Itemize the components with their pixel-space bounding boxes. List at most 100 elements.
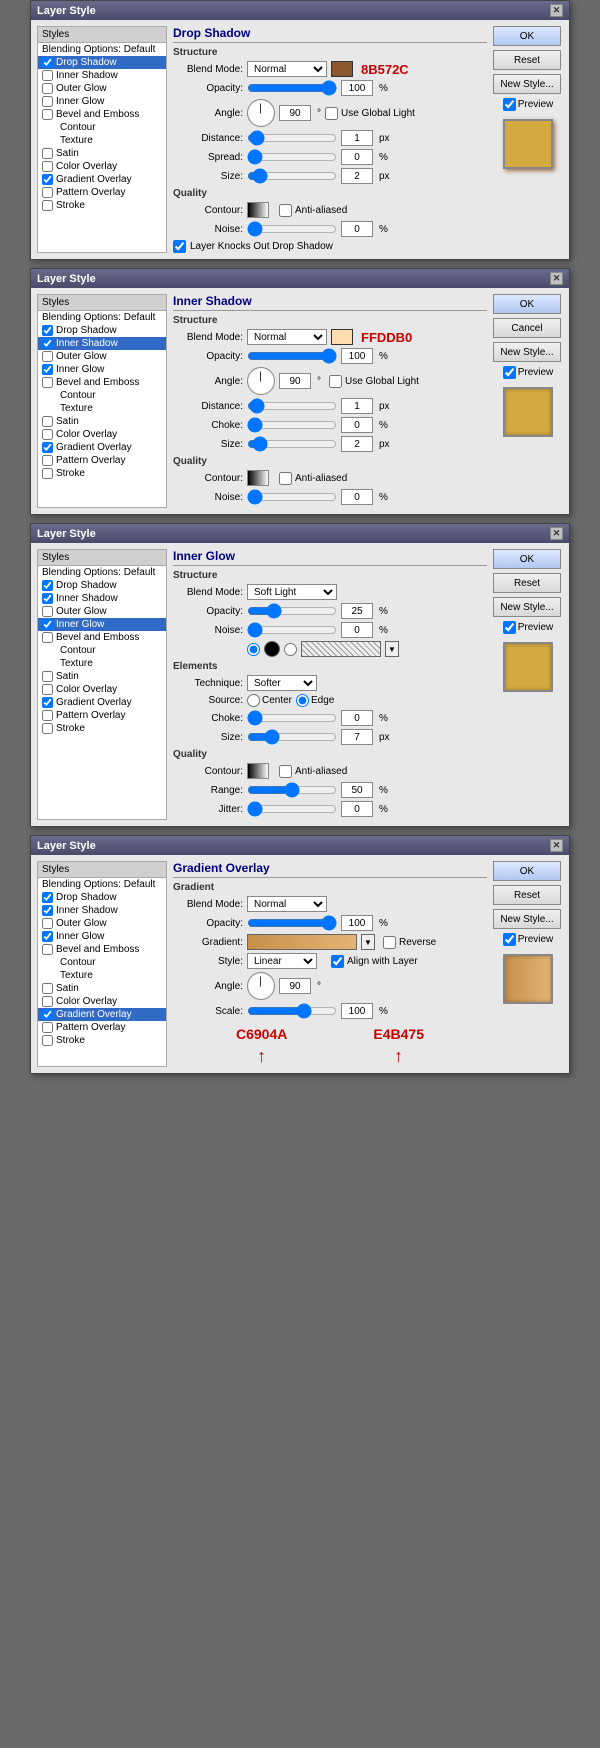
style-inner-shadow-4[interactable]: Inner Shadow	[38, 904, 166, 917]
angle-input-1[interactable]	[279, 105, 311, 121]
style-outer-glow-2[interactable]: Outer Glow	[38, 350, 166, 363]
color-hex-1[interactable]: 8B572C	[361, 62, 409, 77]
style-color-overlay-1[interactable]: Color Overlay	[38, 160, 166, 173]
style-bevel-1[interactable]: Bevel and Emboss	[38, 108, 166, 121]
opacity-input-1[interactable]	[341, 80, 373, 96]
color-solid-radio-3[interactable]	[247, 643, 260, 656]
angle-dial-1[interactable]	[247, 99, 275, 127]
style-inner-glow-2[interactable]: Inner Glow	[38, 363, 166, 376]
preview-cb-2[interactable]	[503, 366, 516, 379]
style-gradient-overlay-1[interactable]: Gradient Overlay	[38, 173, 166, 186]
style-inner-glow-3[interactable]: Inner Glow	[38, 618, 166, 631]
style-satin-3[interactable]: Satin	[38, 670, 166, 683]
contour-preview-2[interactable]	[247, 470, 269, 486]
style-inner-glow-1[interactable]: Inner Glow	[38, 95, 166, 108]
size-input-1[interactable]	[341, 168, 373, 184]
color-swatch-1[interactable]	[331, 61, 353, 77]
anti-alias-cb-2[interactable]	[279, 472, 292, 485]
jitter-slider-3[interactable]	[247, 803, 337, 815]
distance-input-2[interactable]	[341, 398, 373, 414]
style-texture-1[interactable]: Texture	[38, 134, 166, 147]
style-outer-glow-3[interactable]: Outer Glow	[38, 605, 166, 618]
style-inner-shadow-2[interactable]: Inner Shadow	[38, 337, 166, 350]
color-circle-3[interactable]	[264, 641, 280, 657]
reverse-cb-4[interactable]	[383, 936, 396, 949]
style-color-overlay-2[interactable]: Color Overlay	[38, 428, 166, 441]
blend-mode-select-2[interactable]: Normal	[247, 329, 327, 345]
distance-slider-1[interactable]	[247, 132, 337, 144]
distance-slider-2[interactable]	[247, 400, 337, 412]
style-blending-options-2[interactable]: Blending Options: Default	[38, 311, 166, 324]
angle-input-2[interactable]	[279, 373, 311, 389]
range-slider-3[interactable]	[247, 784, 337, 796]
blend-mode-select-1[interactable]: Normal	[247, 61, 327, 77]
opacity-slider-3[interactable]	[247, 605, 337, 617]
choke-slider-3[interactable]	[247, 712, 337, 724]
style-select-4[interactable]: Linear	[247, 953, 317, 969]
new-style-button-2[interactable]: New Style...	[493, 342, 561, 362]
opacity-slider-1[interactable]	[247, 82, 337, 94]
style-drop-shadow-4[interactable]: Drop Shadow	[38, 891, 166, 904]
style-satin-2[interactable]: Satin	[38, 415, 166, 428]
ok-button-3[interactable]: OK	[493, 549, 561, 569]
style-satin-1[interactable]: Satin	[38, 147, 166, 160]
anti-alias-cb-3[interactable]	[279, 765, 292, 778]
close-button-2[interactable]: ✕	[550, 272, 563, 285]
style-stroke-3[interactable]: Stroke	[38, 722, 166, 735]
style-color-overlay-4[interactable]: Color Overlay	[38, 995, 166, 1008]
opacity-input-3[interactable]	[341, 603, 373, 619]
ok-button-1[interactable]: OK	[493, 26, 561, 46]
style-bevel-4[interactable]: Bevel and Emboss	[38, 943, 166, 956]
contour-preview-3[interactable]	[247, 763, 269, 779]
style-pattern-overlay-1[interactable]: Pattern Overlay	[38, 186, 166, 199]
style-pattern-overlay-3[interactable]: Pattern Overlay	[38, 709, 166, 722]
style-pattern-overlay-2[interactable]: Pattern Overlay	[38, 454, 166, 467]
new-style-button-1[interactable]: New Style...	[493, 74, 561, 94]
style-outer-glow-4[interactable]: Outer Glow	[38, 917, 166, 930]
source-edge-label-3[interactable]: Edge	[296, 694, 334, 707]
close-button-3[interactable]: ✕	[550, 527, 563, 540]
blend-mode-select-3[interactable]: Soft Light	[247, 584, 337, 600]
preview-cb-1[interactable]	[503, 98, 516, 111]
style-gradient-overlay-4[interactable]: Gradient Overlay	[38, 1008, 166, 1021]
style-color-overlay-3[interactable]: Color Overlay	[38, 683, 166, 696]
size-slider-3[interactable]	[247, 731, 337, 743]
style-bevel-3[interactable]: Bevel and Emboss	[38, 631, 166, 644]
style-contour-2[interactable]: Contour	[38, 389, 166, 402]
style-stroke-1[interactable]: Stroke	[38, 199, 166, 212]
opacity-input-2[interactable]	[341, 348, 373, 364]
reset-button-3[interactable]: Reset	[493, 573, 561, 593]
color-hex-2[interactable]: FFDDB0	[361, 330, 412, 345]
angle-dial-4[interactable]	[247, 972, 275, 1000]
style-contour-4[interactable]: Contour	[38, 956, 166, 969]
choke-slider-2[interactable]	[247, 419, 337, 431]
size-slider-2[interactable]	[247, 438, 337, 450]
style-bevel-2[interactable]: Bevel and Emboss	[38, 376, 166, 389]
range-input-3[interactable]	[341, 782, 373, 798]
align-layer-cb-4[interactable]	[331, 955, 344, 968]
source-edge-radio-3[interactable]	[296, 694, 309, 707]
color-swatch-2[interactable]	[331, 329, 353, 345]
style-blending-options-3[interactable]: Blending Options: Default	[38, 566, 166, 579]
gradient-dropdown-4[interactable]: ▼	[361, 934, 375, 950]
color-gradient-radio-3[interactable]	[284, 643, 297, 656]
style-texture-4[interactable]: Texture	[38, 969, 166, 982]
cancel-button-2[interactable]: Cancel	[493, 318, 561, 338]
noise-slider-2[interactable]	[247, 491, 337, 503]
preview-cb-3[interactable]	[503, 621, 516, 634]
style-gradient-overlay-3[interactable]: Gradient Overlay	[38, 696, 166, 709]
style-inner-glow-4[interactable]: Inner Glow	[38, 930, 166, 943]
reset-button-4[interactable]: Reset	[493, 885, 561, 905]
spread-input-1[interactable]	[341, 149, 373, 165]
size-slider-1[interactable]	[247, 170, 337, 182]
choke-input-2[interactable]	[341, 417, 373, 433]
preview-cb-4[interactable]	[503, 933, 516, 946]
style-outer-glow-1[interactable]: Outer Glow	[38, 82, 166, 95]
noise-input-2[interactable]	[341, 489, 373, 505]
new-style-button-4[interactable]: New Style...	[493, 909, 561, 929]
anti-alias-cb-1[interactable]	[279, 204, 292, 217]
angle-dial-2[interactable]	[247, 367, 275, 395]
style-satin-4[interactable]: Satin	[38, 982, 166, 995]
source-pattern-3[interactable]	[301, 641, 381, 657]
style-texture-3[interactable]: Texture	[38, 657, 166, 670]
